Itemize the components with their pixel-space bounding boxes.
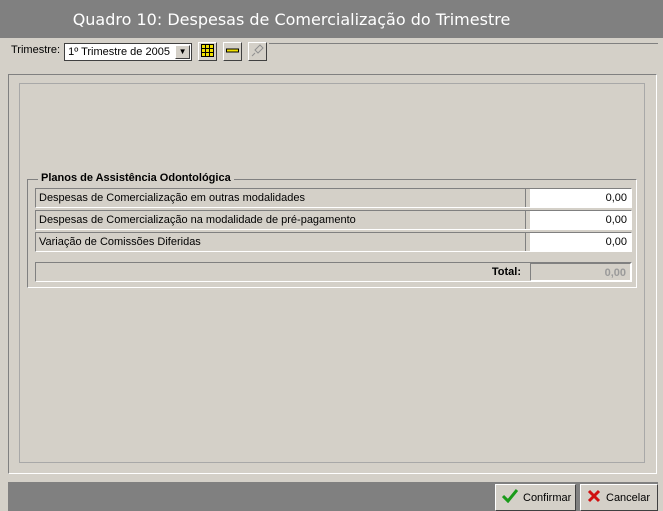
- cancel-button[interactable]: Cancelar: [580, 484, 658, 511]
- window-title: Quadro 10: Despesas de Comercialização d…: [0, 0, 663, 38]
- confirm-label: Confirmar: [523, 491, 572, 504]
- trimestre-select[interactable]: 1º Trimestre de 2005 ▼: [64, 42, 193, 61]
- pin-button[interactable]: [248, 42, 268, 61]
- planos-group: Planos de Assistência Odontológica Despe…: [27, 172, 637, 288]
- row-label: Despesas de Comercialização em outras mo…: [36, 189, 526, 207]
- row-value-input[interactable]: 0,00: [530, 233, 631, 251]
- grid-button[interactable]: [198, 42, 218, 61]
- trimestre-label: Trimestre:: [11, 43, 61, 56]
- cancel-label: Cancelar: [606, 491, 651, 504]
- line-icon: [226, 44, 240, 60]
- line-button[interactable]: [223, 42, 243, 61]
- trimestre-select-value: 1º Trimestre de 2005: [68, 45, 170, 58]
- close-icon: [587, 489, 601, 506]
- grid-icon: [201, 43, 215, 60]
- total-value: 0,00: [530, 263, 631, 281]
- row-pre-pagamento: Despesas de Comercialização na modalidad…: [35, 210, 632, 230]
- confirm-button[interactable]: Confirmar: [495, 484, 576, 511]
- row-value-input[interactable]: 0,00: [530, 211, 631, 229]
- total-label: Total:: [491, 266, 521, 278]
- group-title: Planos de Assistência Odontológica: [38, 172, 234, 184]
- trimestre-controls: Trimestre: 1º Trimestre de 2005 ▼: [7, 38, 270, 61]
- pin-icon: [251, 43, 264, 60]
- checkmark-icon: [501, 489, 519, 506]
- row-outras-modalidades: Despesas de Comercialização em outras mo…: [35, 188, 632, 208]
- row-label: Variação de Comissões Diferidas: [36, 233, 526, 251]
- total-row: Total: 0,00: [35, 262, 632, 282]
- row-label: Despesas de Comercialização na modalidad…: [36, 211, 526, 229]
- row-value-input[interactable]: 0,00: [530, 189, 631, 207]
- row-comissoes-diferidas: Variação de Comissões Diferidas 0,00: [35, 232, 632, 252]
- trimestre-toolbar: Trimestre: 1º Trimestre de 2005 ▼: [7, 38, 658, 73]
- chevron-down-icon[interactable]: ▼: [175, 44, 191, 59]
